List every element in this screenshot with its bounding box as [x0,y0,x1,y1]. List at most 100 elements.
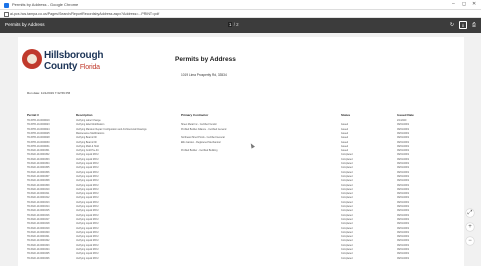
cell-desc: Verifying Liquid MOU [76,209,99,213]
cell-status: Issued [341,144,349,148]
cell-permit: HC-BTR-19-0000030 [27,140,50,144]
cell-permit: HC-BTR-19-0000028 [27,136,50,140]
print-icon[interactable]: ⎙ [470,21,478,29]
maximize-icon[interactable]: ◻ [462,1,466,7]
cell-desc: Verifying Boat & Fill [76,140,97,144]
cell-contractor: Sheet Metal Inc - Certified Vendor [181,123,217,127]
window-title: Permits by Address - Google Chrome [12,2,79,7]
cell-date: 09/01/2019 [397,183,409,187]
cell-desc: Verifying Cold Pre-Fit [76,149,99,153]
zoom-in-icon[interactable]: + [466,223,474,231]
cell-status: Completed [341,200,353,204]
cell-contractor: Profiled Builder - Certified Building [181,149,218,153]
cell-desc: Verifying Liquid MOU [76,239,99,243]
cell-status: Completed [341,243,353,247]
cell-permit: HC-BLD-19-0000320 [27,230,50,234]
cell-status: Issued [341,131,349,135]
cell-desc: Verifying Liquid MOU [76,196,99,200]
cell-desc: Verifying Liquid MOU [76,157,99,161]
cell-desc: Verifying Liquid MOU [76,243,99,247]
cell-desc: Verifying Liquid MOU [76,252,99,256]
cell-date: 09/01/2019 [397,248,409,251]
cell-date: 09/01/2019 [397,256,409,260]
cell-status: Completed [341,157,353,161]
cell-permit: HC-BLD-19-0000318 [27,222,50,226]
cell-status: Completed [341,209,353,213]
cell-date: 09/01/2019 [397,174,409,178]
cell-permit: HC-BLD-19-0000326 [27,256,50,260]
cell-date: 2/1/2020 [397,119,407,122]
cell-permit: HC-BLD-19-0000321 [27,235,50,239]
cell-date: 09/01/2019 [397,166,409,170]
cell-permit: HC-BLD-19-0000309 [27,183,50,187]
cell-permit: HC-BTR-19-0000019 [27,119,50,122]
cell-desc: Verifying Boat & Fill [76,136,97,140]
cell-date: 09/01/2019 [397,127,409,131]
cell-date: 09/01/2019 [397,123,409,127]
fit-page-icon[interactable]: ⤢ [466,209,474,217]
cell-contractor: Ellis Garden - Registered Mechanical [181,140,221,144]
cell-desc: Verifying Liquid MOU [76,256,99,260]
cell-permit: HC-BTR-19-0000024 [27,127,50,131]
cell-desc: Verifying Liquid MOU [76,170,99,174]
page-current-input[interactable]: 1 [228,22,233,27]
cell-status: Completed [341,205,353,208]
header-status: Status [341,113,351,117]
cell-status: Completed [341,248,353,251]
cell-permit: HC-BTR-19-0000023 [27,123,50,127]
cell-permit: HC-BLD-19-0000303 [27,157,50,161]
cell-status: Completed [341,217,353,221]
address-bar[interactable]: ai-pcs.hcs.tampa.co.us/Pages/Search/Repo… [0,10,481,18]
cell-desc: Verifying Label Change [76,119,101,122]
minimize-icon[interactable]: – [452,1,455,7]
cell-date: 09/01/2019 [397,243,409,247]
cell-desc: Verifying Liquid MOU [76,248,99,251]
cell-date: 09/01/2019 [397,179,409,183]
cell-date: 09/01/2019 [397,213,409,217]
cell-permit: HC-BTR-19-0000031 [27,144,50,148]
cell-date: 09/01/2019 [397,187,409,191]
cell-status: Completed [341,153,353,157]
cell-date: 09/01/2019 [397,222,409,226]
cell-date: 09/01/2019 [397,239,409,243]
cell-status: Completed [341,252,353,256]
close-icon[interactable]: ✕ [472,1,476,7]
url-text[interactable]: ai-pcs.hcs.tampa.co.us/Pages/Search/Repo… [10,12,159,16]
cell-desc: Maintenance Modifications [76,131,105,135]
logo-text-line2: County Florida [44,61,100,72]
pdf-document-name: Permits by Address [5,22,45,27]
cell-permit: HC-BLD-19-0000314 [27,205,50,208]
cell-status: Completed [341,213,353,217]
cell-date: 09/01/2019 [397,170,409,174]
report-run-date: Run date: 11/1/2019 7:32:59 PM [27,91,71,95]
cell-permit: HC-BLD-19-0000322 [27,239,50,243]
cell-permit: HC-BLD-19-0000315 [27,209,50,213]
cell-permit: HC-BTR-19-0000025 [27,131,50,135]
cell-permit: HC-BLD-19-0000304 [27,162,50,165]
cell-desc: Verifying label Modification [76,123,105,127]
cell-desc: Verifying Liquid MOU [76,162,99,165]
cell-status: Issued [341,149,349,153]
cell-permit: HC-BLD-19-0000307 [27,174,50,178]
zoom-out-icon[interactable]: − [466,237,474,245]
cell-date: 09/01/2019 [397,149,409,153]
cell-permit: HC-BLD-19-0000325 [27,252,50,256]
cell-date: 09/01/2019 [397,153,409,157]
cell-desc: Verifying Liquid MOU [76,213,99,217]
cell-date: 09/01/2019 [397,205,409,208]
rotate-icon[interactable]: ↻ [448,21,456,29]
cell-permit: HC-BLD-19-0000310 [27,187,50,191]
cell-permit: HC-BLD-19-0000302 [27,153,50,157]
header-permit: Permit # [27,113,39,117]
cell-desc: Verifying Mold & Hold [76,144,99,148]
download-icon[interactable]: ⭳ [459,21,467,29]
cell-contractor: Northeast Shed Prods - Certified General [181,136,225,140]
cell-status: Completed [341,174,353,178]
cell-status: Completed [341,235,353,239]
cell-date: 09/01/2019 [397,196,409,200]
cell-desc: Verifying Liquid MOU [76,226,99,230]
cell-desc: Verifying Liquid MOU [76,187,99,191]
cell-desc: Verifying Liquid MOU [76,153,99,157]
cell-permit: HC-BLD-19-0000311 [27,192,50,196]
cell-permit: HC-BLD-19-0000324 [27,248,50,251]
